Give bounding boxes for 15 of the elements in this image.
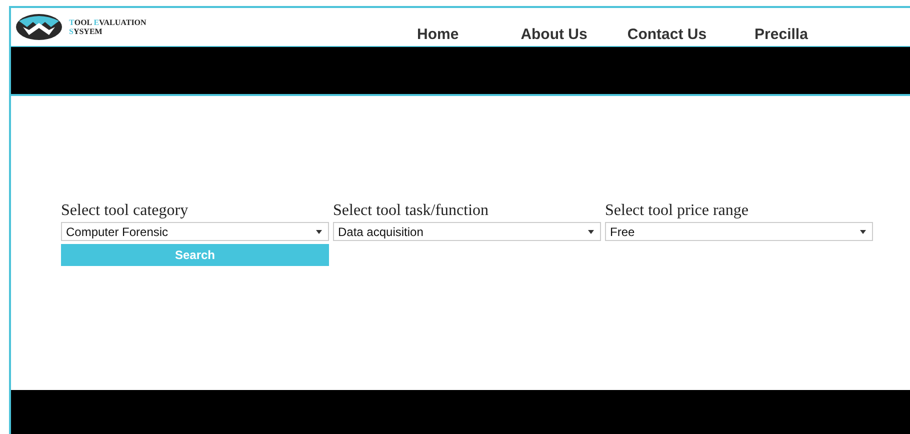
- caret-icon: [588, 230, 594, 234]
- caret-icon: [860, 230, 866, 234]
- nav-link[interactable]: Contact Us: [627, 26, 707, 42]
- caret-icon: [316, 230, 322, 234]
- logo-icon: [15, 13, 63, 41]
- field-label: Select tool category: [61, 201, 190, 221]
- dropdown[interactable]: Free: [605, 222, 873, 241]
- nav-link[interactable]: Precilla: [754, 26, 808, 42]
- nav-link[interactable]: About Us: [520, 26, 588, 42]
- field-label: Select tool task/function: [333, 201, 490, 221]
- field-label: Select tool price range: [605, 201, 750, 221]
- dropdown[interactable]: Data acquisition: [333, 222, 601, 241]
- nav-link[interactable]: Home: [417, 26, 459, 42]
- logo-text: TOOL EVALUATION SYSYEM: [69, 18, 148, 36]
- dropdown[interactable]: Computer Forensic: [61, 222, 329, 241]
